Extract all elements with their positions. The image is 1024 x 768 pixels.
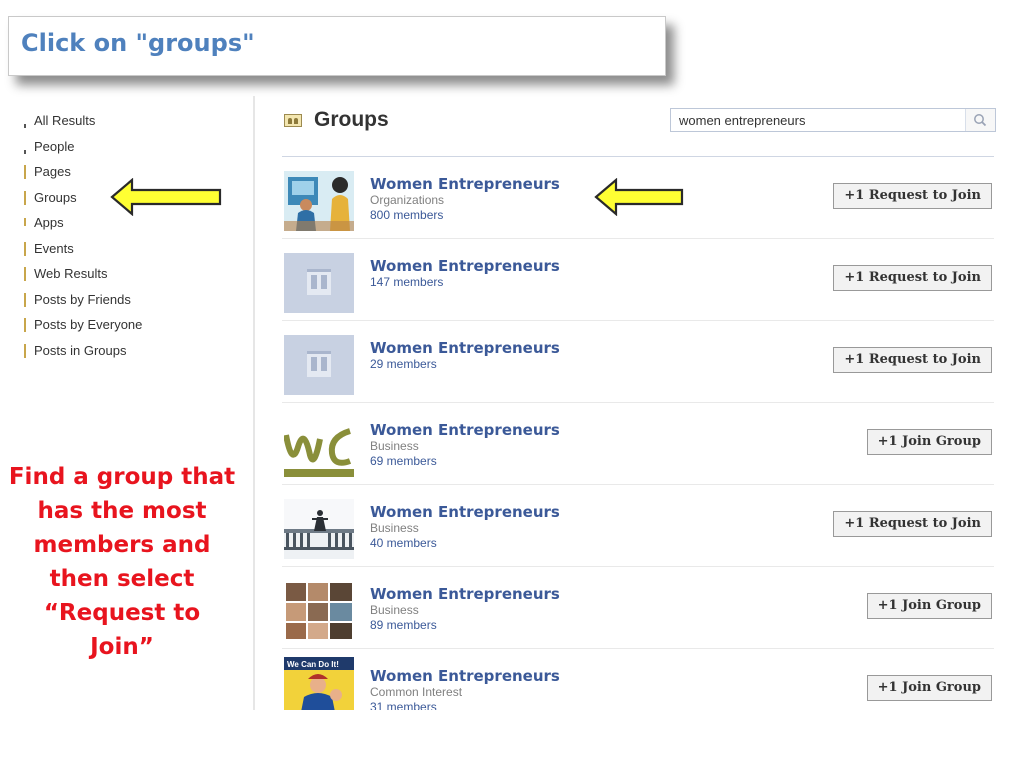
sidebar-item-people[interactable]: People (22, 134, 232, 160)
pier-photo-image (284, 499, 354, 559)
search-box (670, 108, 996, 132)
group-info: Women Entrepreneurs 29 members (370, 339, 560, 372)
group-member-count: 800 members (370, 208, 444, 222)
group-result: Women Entrepreneurs Business 40 members … (282, 485, 994, 567)
sidebar-item-events[interactable]: Events (22, 236, 232, 262)
group-member-count: 69 members (370, 454, 437, 468)
we-logo-image (284, 417, 354, 477)
poster-text: We Can Do It! (287, 660, 339, 669)
sidebar-item-label: All Results (34, 113, 96, 128)
group-thumbnail[interactable] (284, 335, 354, 395)
group-info: Women Entrepreneurs Common Interest 31 m… (370, 667, 560, 715)
group-info: Women Entrepreneurs Organizations 800 me… (370, 175, 560, 223)
group-name-link[interactable]: Women Entrepreneurs (370, 421, 560, 439)
we-can-do-it-poster: We Can Do It! (284, 657, 354, 717)
results-header: Groups (282, 100, 996, 157)
request-to-join-button[interactable]: +1 Request to Join (833, 347, 992, 373)
group-info: Women Entrepreneurs Business 69 members (370, 421, 560, 469)
sidebar-item-label: Posts in Groups (34, 342, 127, 358)
group-thumbnail[interactable] (284, 417, 354, 477)
request-to-join-button[interactable]: +1 Request to Join (833, 183, 992, 209)
callout-text: Click on "groups" (21, 29, 255, 57)
yellow-arrow-icon (110, 178, 222, 216)
group-category: Organizations (370, 193, 445, 207)
default-group-icon (284, 335, 354, 395)
sidebar-item-posts-by-everyone[interactable]: Posts by Everyone (22, 312, 232, 338)
group-thumbnail[interactable] (284, 253, 354, 313)
group-member-count: 29 members (370, 357, 437, 371)
group-result: Women Entrepreneurs Organizations 800 me… (282, 157, 994, 239)
group-category: Business (370, 521, 419, 535)
screenshot-crop-edge (254, 710, 1024, 768)
group-category: Business (370, 603, 419, 617)
sidebar-item-label: Events (34, 240, 74, 256)
instruction-note: Find a group that has the most members a… (8, 464, 236, 660)
group-thumbnail[interactable]: We Can Do It! (284, 657, 354, 717)
group-name-link[interactable]: Women Entrepreneurs (370, 667, 560, 685)
sidebar-item-web-results[interactable]: Web Results (22, 261, 232, 287)
group-photo (284, 171, 354, 231)
sidebar-item-label: People (34, 138, 75, 154)
group-name-link[interactable]: Women Entrepreneurs (370, 257, 560, 275)
sidebar-item-label: Apps (34, 215, 64, 230)
vertical-divider (253, 96, 255, 710)
sidebar-item-label: Web Results (34, 266, 108, 281)
search-icon (974, 114, 987, 127)
group-info: Women Entrepreneurs 147 members (370, 257, 560, 290)
group-category: Business (370, 439, 419, 453)
group-result: Women Entrepreneurs 29 members +1 Reques… (282, 321, 994, 403)
groups-icon (284, 114, 302, 127)
request-to-join-button[interactable]: +1 Request to Join (833, 265, 992, 291)
group-member-count: 147 members (370, 275, 444, 289)
sidebar-item-label: Pages (34, 164, 71, 179)
group-category: Common Interest (370, 685, 463, 699)
group-member-count: 89 members (370, 618, 437, 632)
sidebar-item-posts-in-groups[interactable]: Posts in Groups (22, 338, 232, 364)
sidebar-item-posts-by-friends[interactable]: Posts by Friends (22, 287, 232, 313)
group-member-count: 40 members (370, 536, 437, 550)
group-name-link[interactable]: Women Entrepreneurs (370, 503, 560, 521)
groups-results-panel: Groups Women (282, 100, 996, 730)
search-input[interactable] (671, 109, 973, 131)
search-button[interactable] (965, 109, 995, 131)
group-info: Women Entrepreneurs Business 89 members (370, 585, 560, 633)
default-group-icon (284, 253, 354, 313)
join-group-button[interactable]: +1 Join Group (866, 675, 992, 701)
page-title: Groups (314, 108, 389, 131)
join-group-button[interactable]: +1 Join Group (866, 593, 992, 619)
group-result: Women Entrepreneurs 147 members +1 Reque… (282, 239, 994, 321)
group-thumbnail[interactable] (284, 581, 354, 641)
group-info: Women Entrepreneurs Business 40 members (370, 503, 560, 551)
instruction-callout: Click on "groups" (8, 16, 666, 76)
sidebar-item-label: Groups (34, 189, 77, 205)
people-collage-image (284, 581, 354, 641)
group-thumbnail[interactable] (284, 499, 354, 559)
group-thumbnail[interactable] (284, 171, 354, 231)
search-filter-sidebar: All Results People Pages Groups Apps Eve… (22, 108, 232, 363)
group-result: Women Entrepreneurs Business 69 members … (282, 403, 994, 485)
group-name-link[interactable]: Women Entrepreneurs (370, 175, 560, 193)
join-group-button[interactable]: +1 Join Group (866, 429, 992, 455)
request-to-join-button[interactable]: +1 Request to Join (833, 511, 992, 537)
sidebar-item-label: Posts by Everyone (34, 317, 143, 332)
group-name-link[interactable]: Women Entrepreneurs (370, 585, 560, 603)
sidebar-item-all-results[interactable]: All Results (22, 108, 232, 134)
group-name-link[interactable]: Women Entrepreneurs (370, 339, 560, 357)
sidebar-item-label: Posts by Friends (34, 291, 131, 307)
group-result: Women Entrepreneurs Business 89 members … (282, 567, 994, 649)
